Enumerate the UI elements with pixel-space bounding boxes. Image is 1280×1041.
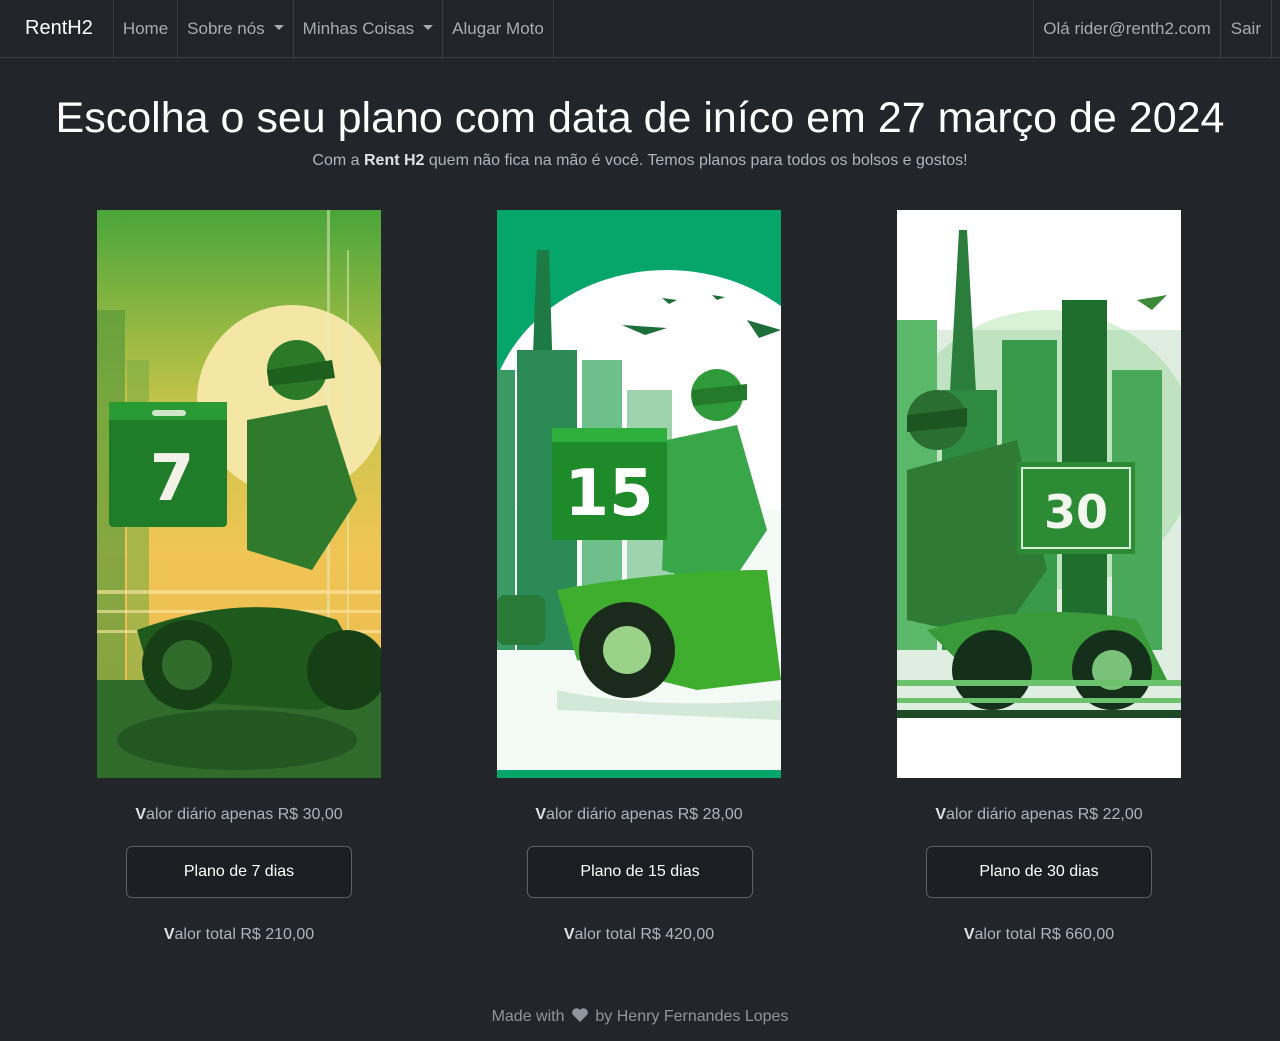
plan-30-total-price: Valor total R$ 660,00 [897, 926, 1181, 944]
plan-7-daily-first: V [135, 806, 147, 823]
plan-15-total-price: Valor total R$ 420,00 [497, 926, 781, 944]
plan-15-daily-first: V [535, 806, 547, 823]
nav-about-label: Sobre nós [187, 18, 265, 38]
plan-7-total-rest: alor total R$ 210,00 [174, 926, 315, 943]
nav-my-stuff-dropdown[interactable]: Minhas Coisas [294, 0, 444, 57]
plan-15-button[interactable]: Plano de 15 dias [527, 846, 753, 898]
plan-30-total-rest: alor total R$ 660,00 [974, 926, 1115, 943]
page-subtitle: Com a Rent H2 quem não fica na mão é voc… [0, 152, 1280, 170]
plan-7-image: 7 [97, 210, 381, 778]
plan-15-total-rest: alor total R$ 420,00 [574, 926, 715, 943]
plan-30-total-first: V [963, 926, 975, 943]
plan-7-badge: 7 [150, 442, 195, 516]
chevron-down-icon [423, 25, 434, 30]
plan-7-daily-rest: alor diário apenas R$ 30,00 [146, 806, 343, 823]
footer-made-with: Made with [491, 1008, 565, 1025]
plan-15-daily-price: Valor diário apenas R$ 28,00 [497, 806, 781, 824]
user-greeting[interactable]: Olá rider@renth2.com [1033, 0, 1220, 57]
plan-30-badge: 30 [1044, 485, 1108, 539]
plan-7-total-first: V [163, 926, 175, 943]
navbar: RentH2 Home Sobre nós Minhas Coisas Alug… [0, 0, 1280, 58]
nav-rent-bike[interactable]: Alugar Moto [443, 0, 554, 57]
plan-7-total-price: Valor total R$ 210,00 [97, 926, 381, 944]
nav-my-stuff-label: Minhas Coisas [302, 18, 415, 38]
heart-icon [571, 1007, 589, 1028]
plan-15-daily-rest: alor diário apenas R$ 28,00 [546, 806, 743, 823]
plan-15-total-first: V [563, 926, 575, 943]
nav-about-dropdown[interactable]: Sobre nós [178, 0, 294, 57]
page-title: Escolha o seu plano com data de iníco em… [55, 94, 1225, 142]
plan-15-image: 15 [497, 210, 781, 778]
footer-author: by Henry Fernandes Lopes [595, 1008, 789, 1025]
plan-30-button[interactable]: Plano de 30 dias [926, 846, 1152, 898]
plan-7-button[interactable]: Plano de 7 dias [126, 846, 352, 898]
plan-30-daily-rest: alor diário apenas R$ 22,00 [946, 806, 1143, 823]
nav-home[interactable]: Home [114, 0, 179, 57]
subtitle-suffix: quem não fica na mão é você. Temos plano… [424, 152, 968, 169]
footer: Made with by Henry Fernandes Lopes [0, 1007, 1280, 1028]
subtitle-brand: Rent H2 [363, 152, 425, 169]
plan-30-daily-price: Valor diário apenas R$ 22,00 [897, 806, 1181, 824]
plan-7-daily-price: Valor diário apenas R$ 30,00 [97, 806, 381, 824]
logout-link[interactable]: Sair [1219, 0, 1272, 57]
plan-15-badge: 15 [564, 457, 653, 531]
plan-30-daily-first: V [935, 806, 947, 823]
chevron-down-icon [273, 25, 284, 30]
subtitle-prefix: Com a [312, 152, 364, 169]
plan-30-image: 30 [897, 210, 1181, 778]
nav-right: Olá rider@renth2.com Sair [1033, 0, 1280, 57]
brand-logo[interactable]: RentH2 [0, 0, 114, 57]
